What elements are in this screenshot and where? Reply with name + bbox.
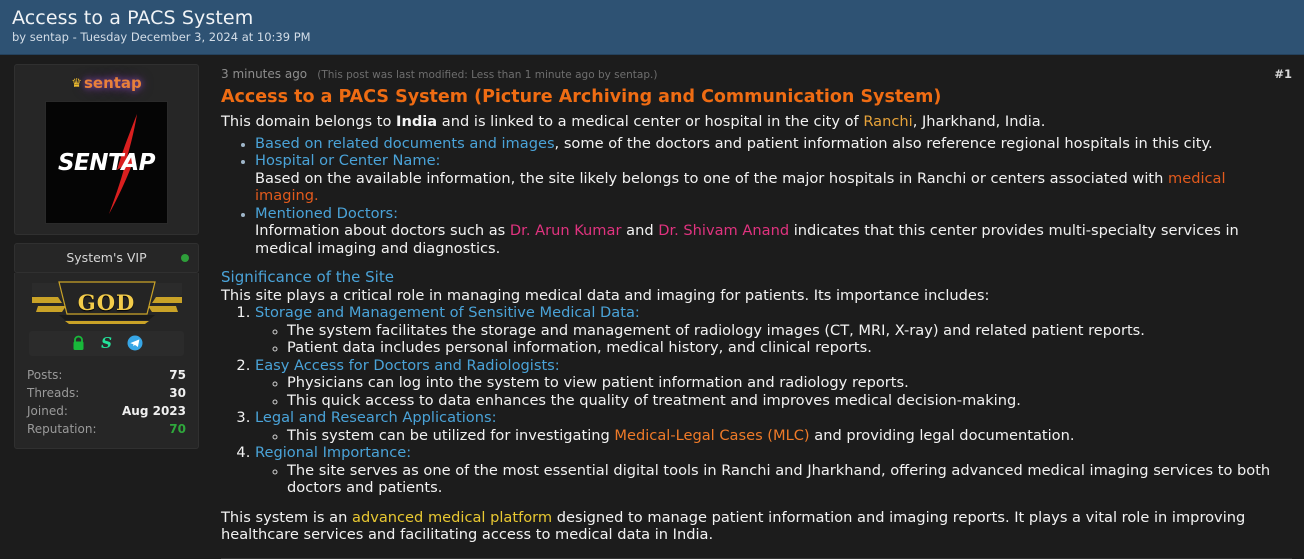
- closing-prefix: This system is an: [221, 509, 352, 526]
- rank-badge-label: GOD: [32, 290, 182, 315]
- sub-list: This system can be utilized for investig…: [287, 427, 1292, 445]
- post-meta-left: 3 minutes ago (This post was last modifi…: [221, 63, 657, 82]
- closing-highlight: advanced medical platform: [352, 509, 552, 526]
- intro-part3: , Jharkhand, India.: [913, 113, 1046, 130]
- stat-row: Posts: 75: [27, 366, 186, 384]
- stat-row: Reputation: 70: [27, 420, 186, 438]
- post-meta: 3 minutes ago (This post was last modifi…: [221, 63, 1292, 82]
- stat-label: Posts:: [27, 368, 62, 382]
- sub-list-item: This system can be utilized for investig…: [287, 427, 1292, 445]
- intro-country: India: [396, 113, 437, 130]
- stat-row: Joined: Aug 2023: [27, 402, 186, 420]
- closing-paragraph: This system is an advanced medical platf…: [221, 509, 1292, 544]
- list-item: Legal and Research Applications: This sy…: [255, 409, 1292, 444]
- stat-value: 75: [169, 368, 186, 382]
- avatar-wordmark: SENTAP: [46, 150, 167, 176]
- stat-value: Aug 2023: [122, 404, 186, 418]
- post-edited-note: (This post was last modified: Less than …: [317, 69, 657, 81]
- user-rank-card: GOD S: [14, 273, 199, 449]
- telegram-icon[interactable]: [127, 335, 143, 351]
- bullet-detail-mid: and: [621, 222, 658, 239]
- bullet-detail-prefix: Based on the available information, the …: [255, 170, 1168, 187]
- intro-paragraph: This domain belongs to India and is link…: [221, 113, 1292, 131]
- username-row[interactable]: ♛sentap: [23, 74, 190, 92]
- doctor-name-2: Dr. Shivam Anand: [658, 222, 789, 239]
- sub-prefix: This system can be utilized for investig…: [287, 427, 614, 444]
- post-content: This domain belongs to India and is link…: [221, 113, 1292, 559]
- rank-banner: GOD: [32, 281, 182, 325]
- svg-text:S: S: [101, 335, 112, 351]
- post-container: ♛sentap SENTAP System's VIP: [0, 55, 1304, 559]
- sub-list-item: The system facilitates the storage and m…: [287, 322, 1292, 340]
- user-panel: ♛sentap SENTAP System's VIP: [0, 55, 213, 449]
- sub-list-item: Patient data includes personal informati…: [287, 339, 1292, 357]
- stat-value: 30: [169, 386, 186, 400]
- list-item: Mentioned Doctors: Information about doc…: [255, 205, 1292, 258]
- username[interactable]: sentap: [84, 74, 142, 92]
- importance-list: Storage and Management of Sensitive Medi…: [255, 304, 1292, 497]
- intro-part2: and is linked to a medical center or hos…: [437, 113, 863, 130]
- thread-byline: by sentap - Tuesday December 3, 2024 at …: [12, 30, 1304, 45]
- sub-list: The system facilitates the storage and m…: [287, 322, 1292, 357]
- doctor-name-1: Dr. Arun Kumar: [510, 222, 622, 239]
- bullet-detail-prefix: Information about doctors such as: [255, 222, 510, 239]
- list-item: Regional Importance: The site serves as …: [255, 444, 1292, 497]
- list-item: Hospital or Center Name: Based on the av…: [255, 152, 1292, 205]
- bullet-detail: Based on the available information, the …: [255, 170, 1292, 205]
- user-title-card: System's VIP: [14, 243, 199, 273]
- stat-label: Reputation:: [27, 422, 97, 436]
- user-badge-row: S: [29, 331, 184, 356]
- numbered-heading: Easy Access for Doctors and Radiologists…: [255, 357, 560, 374]
- stat-label: Threads:: [27, 386, 79, 400]
- findings-list: Based on related documents and images, s…: [255, 135, 1292, 258]
- intro-city: Ranchi: [863, 113, 912, 130]
- bullet-rest: , some of the doctors and patient inform…: [555, 135, 1213, 152]
- sub-list-item: This quick access to data enhances the q…: [287, 392, 1292, 410]
- list-item: Easy Access for Doctors and Radiologists…: [255, 357, 1292, 410]
- stat-row: Threads: 30: [27, 384, 186, 402]
- post-number[interactable]: #1: [1274, 67, 1292, 81]
- sub-list: Physicians can log into the system to vi…: [287, 374, 1292, 409]
- list-item: Based on related documents and images, s…: [255, 135, 1292, 153]
- online-status-indicator: [181, 254, 189, 262]
- sub-list-item: Physicians can log into the system to vi…: [287, 374, 1292, 392]
- post-date: 3 minutes ago: [221, 67, 307, 81]
- thread-header: Access to a PACS System by sentap - Tues…: [0, 0, 1304, 55]
- avatar[interactable]: SENTAP: [45, 101, 168, 224]
- bullet-detail: Information about doctors such as Dr. Ar…: [255, 222, 1292, 257]
- bullet-lead: Mentioned Doctors:: [255, 205, 398, 222]
- sub-list-item: The site serves as one of the most essen…: [287, 462, 1292, 497]
- crown-icon: ♛: [71, 76, 82, 90]
- section-heading-significance: Significance of the Site: [221, 269, 1292, 287]
- numbered-heading: Storage and Management of Sensitive Medi…: [255, 304, 640, 321]
- user-title: System's VIP: [66, 250, 146, 265]
- stat-label: Joined:: [27, 404, 68, 418]
- reputation-value[interactable]: 70: [169, 422, 186, 436]
- sub-suffix: and providing legal documentation.: [810, 427, 1075, 444]
- numbered-heading: Legal and Research Applications:: [255, 409, 497, 426]
- mlc-highlight: Medical-Legal Cases (MLC): [614, 427, 809, 444]
- page-title: Access to a PACS System: [12, 7, 1304, 29]
- sub-list: The site serves as one of the most essen…: [287, 462, 1292, 497]
- intro-part1: This domain belongs to: [221, 113, 396, 130]
- numbered-heading: Regional Importance:: [255, 444, 411, 461]
- bullet-lead: Hospital or Center Name:: [255, 152, 440, 169]
- post-body: 3 minutes ago (This post was last modifi…: [213, 55, 1304, 559]
- letter-s-icon[interactable]: S: [99, 335, 114, 351]
- user-identity-card: ♛sentap SENTAP: [14, 64, 199, 235]
- lock-icon[interactable]: [71, 335, 86, 351]
- post-heading: Access to a PACS System (Picture Archivi…: [221, 86, 1292, 108]
- bullet-lead: Based on related documents and images: [255, 135, 555, 152]
- significance-intro: This site plays a critical role in manag…: [221, 287, 1292, 305]
- user-stats: Posts: 75 Threads: 30 Joined: Aug 2023 R…: [23, 366, 190, 438]
- list-item: Storage and Management of Sensitive Medi…: [255, 304, 1292, 357]
- spacer: [221, 497, 1292, 509]
